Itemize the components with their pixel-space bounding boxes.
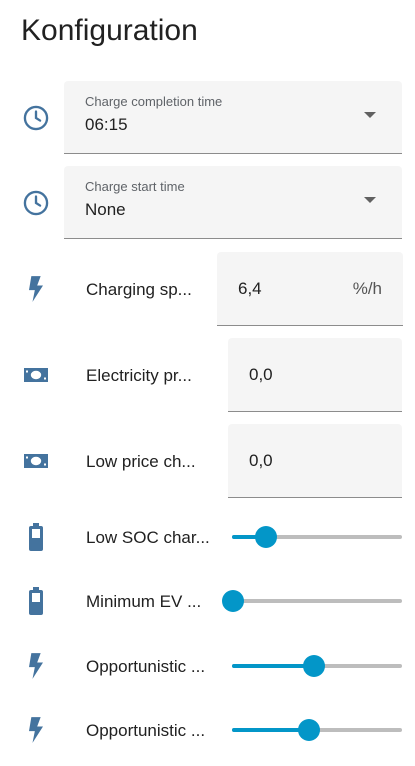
charging-speed-row: Charging sp... 6,4 %/h	[0, 252, 415, 326]
unit-label: %/h	[352, 279, 382, 298]
battery-icon	[22, 587, 50, 615]
opportunistic-row-1: Opportunistic ...	[0, 648, 415, 684]
cash-icon	[22, 447, 50, 475]
low-soc-charging-row: Low SOC char...	[0, 519, 415, 555]
row-label: Low SOC char...	[86, 528, 210, 547]
row-label: Electricity pr...	[86, 366, 192, 385]
clock-icon	[22, 104, 50, 132]
charge-start-time-row: Charge start time None	[0, 166, 415, 240]
slider-thumb[interactable]	[255, 526, 277, 548]
input-value: 0,0	[249, 365, 273, 384]
chevron-down-icon	[364, 197, 376, 203]
cash-icon	[22, 361, 50, 389]
opportunistic-row-2: Opportunistic ...	[0, 712, 415, 748]
row-label: Minimum EV ...	[86, 592, 202, 611]
input-value: 6,4	[238, 279, 262, 298]
minimum-ev-soc-row: Minimum EV ...	[0, 583, 415, 619]
charging-speed-input[interactable]: 6,4 %/h	[217, 252, 403, 326]
select-value: 06:15	[85, 115, 128, 134]
select-label: Charge start time	[85, 179, 185, 194]
low-price-charging-row: Low price ch... 0,0	[0, 424, 415, 498]
lightning-bolt-icon	[22, 275, 50, 303]
opportunistic-slider-1[interactable]	[232, 655, 402, 677]
charge-completion-time-select[interactable]: Charge completion time 06:15	[64, 81, 402, 154]
charge-start-time-select[interactable]: Charge start time None	[64, 166, 402, 239]
select-label: Charge completion time	[85, 94, 223, 109]
chevron-down-icon	[364, 112, 376, 118]
minimum-ev-soc-slider[interactable]	[222, 590, 402, 612]
slider-thumb[interactable]	[302, 655, 325, 677]
lightning-bolt-icon	[22, 652, 50, 680]
slider-thumb[interactable]	[222, 590, 244, 612]
row-label: Charging sp...	[86, 280, 192, 299]
row-label: Opportunistic ...	[86, 721, 206, 740]
row-label: Opportunistic ...	[86, 657, 206, 676]
battery-icon	[22, 523, 50, 551]
slider-track	[232, 599, 402, 603]
page-title: Konfiguration	[21, 14, 198, 47]
low-soc-charging-slider[interactable]	[232, 526, 402, 548]
input-value: 0,0	[249, 451, 273, 470]
lightning-bolt-icon	[22, 716, 50, 744]
select-value: None	[85, 200, 126, 219]
slider-fill	[232, 664, 314, 668]
slider-thumb[interactable]	[297, 719, 320, 741]
charge-completion-time-row: Charge completion time 06:15	[0, 81, 415, 155]
low-price-charging-input[interactable]: 0,0	[228, 424, 402, 498]
row-label: Low price ch...	[86, 452, 196, 471]
opportunistic-slider-2[interactable]	[232, 719, 402, 741]
clock-icon	[22, 189, 50, 217]
electricity-price-input[interactable]: 0,0	[228, 338, 402, 412]
electricity-price-row: Electricity pr... 0,0	[0, 338, 415, 412]
